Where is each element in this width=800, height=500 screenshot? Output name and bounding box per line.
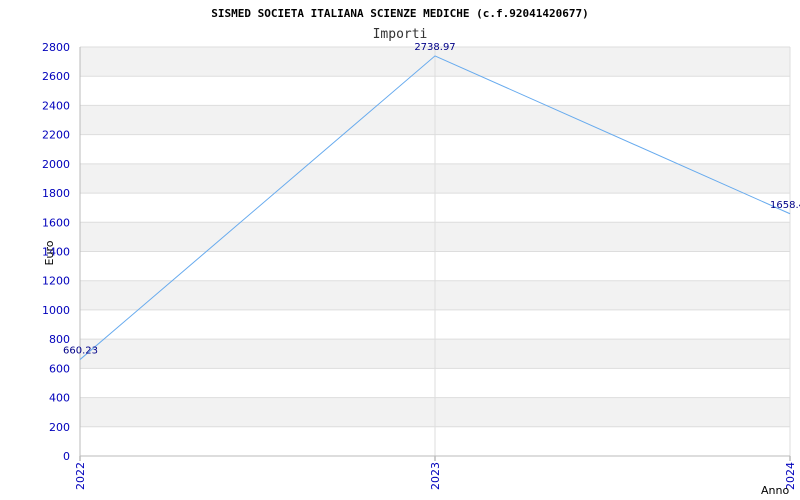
y-tick-label: 2400 [42, 99, 70, 112]
chart-title: SISMED SOCIETA ITALIANA SCIENZE MEDICHE … [211, 7, 589, 20]
x-axis-label: Anno [761, 484, 789, 497]
y-tick-label: 2600 [42, 70, 70, 83]
x-axis-ticks: 2022 2023 2024 [74, 462, 797, 490]
y-tick-label: 1000 [42, 304, 70, 317]
y-tick-label: 1200 [42, 275, 70, 288]
y-axis-label: Euro [43, 240, 56, 265]
y-tick-label: 600 [49, 362, 70, 375]
chart-subtitle: Importi [373, 27, 428, 42]
y-tick-label: 1800 [42, 187, 70, 200]
y-tick-label: 1600 [42, 216, 70, 229]
data-label: 2738.97 [414, 42, 455, 53]
y-tick-label: 2800 [42, 41, 70, 54]
x-tick-label: 2022 [74, 462, 87, 490]
data-label: 1658.4 [770, 200, 800, 211]
y-tick-label: 2000 [42, 158, 70, 171]
x-tick-label: 2023 [429, 462, 442, 490]
line-chart: SISMED SOCIETA ITALIANA SCIENZE MEDICHE … [42, 7, 800, 497]
y-tick-label: 2200 [42, 129, 70, 142]
y-tick-label: 200 [49, 421, 70, 434]
data-label: 660.23 [63, 346, 98, 357]
y-tick-label: 800 [49, 333, 70, 346]
y-tick-label: 400 [49, 392, 70, 405]
y-tick-label: 0 [63, 450, 70, 463]
